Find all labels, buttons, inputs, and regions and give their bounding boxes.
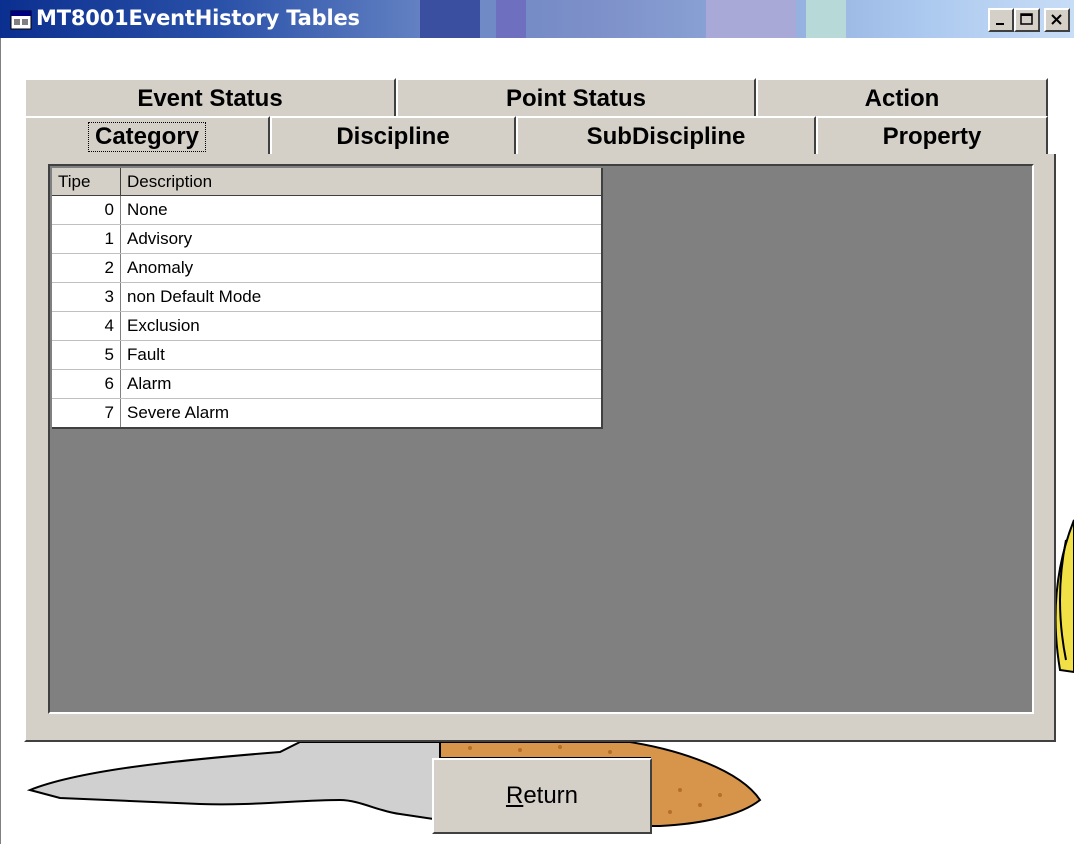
- tab-row-back: Event Status Point Status Action: [24, 78, 1048, 118]
- tab-label: Point Status: [505, 85, 646, 112]
- table-row[interactable]: 3 non Default Mode: [52, 282, 603, 312]
- minimize-button[interactable]: [988, 8, 1014, 32]
- maximize-icon: [1020, 13, 1033, 25]
- table-header-row: Tipe Description: [52, 168, 603, 196]
- tab-content-category: Tipe Description 0 None 1 Advisory 2 Anomal…: [24, 154, 1056, 742]
- cell-description[interactable]: Alarm: [120, 369, 603, 399]
- tab-label: Event Status: [137, 85, 283, 112]
- tab-row-front: Category Discipline SubDiscipline Proper…: [24, 116, 1048, 156]
- table-row[interactable]: 2 Anomaly: [52, 253, 603, 283]
- cell-description[interactable]: non Default Mode: [120, 282, 603, 312]
- tab-subdiscipline[interactable]: SubDiscipline: [516, 116, 816, 156]
- return-label: eturn: [523, 782, 579, 809]
- cell-tipe[interactable]: 6: [52, 369, 121, 399]
- return-mnemonic: R: [505, 782, 524, 809]
- cell-description[interactable]: Fault: [120, 340, 603, 370]
- category-grid[interactable]: Tipe Description 0 None 1 Advisory 2 Anomal…: [48, 164, 1034, 714]
- table-row[interactable]: 4 Exclusion: [52, 311, 603, 341]
- tab-label: Discipline: [336, 123, 450, 150]
- tab-point-status[interactable]: Point Status: [396, 78, 756, 118]
- close-button[interactable]: [1044, 8, 1070, 32]
- cell-description[interactable]: Severe Alarm: [120, 398, 603, 429]
- table-row[interactable]: 0 None: [52, 195, 603, 225]
- tab-label: Action: [864, 85, 940, 112]
- tab-label: Category: [87, 122, 207, 152]
- tab-label: SubDiscipline: [586, 123, 746, 150]
- app-icon: [10, 10, 32, 30]
- table-row[interactable]: 5 Fault: [52, 340, 603, 370]
- title-bar[interactable]: MT8001EventHistory Tables: [0, 0, 1074, 38]
- cell-description[interactable]: None: [120, 195, 603, 225]
- cell-tipe[interactable]: 4: [52, 311, 121, 341]
- table-row[interactable]: 6 Alarm: [52, 369, 603, 399]
- cell-description[interactable]: Anomaly: [120, 253, 603, 283]
- tables-panel: Event Status Point Status Action Categor…: [24, 74, 1056, 742]
- tab-discipline[interactable]: Discipline: [270, 116, 516, 156]
- category-table[interactable]: Tipe Description 0 None 1 Advisory 2 Anomal…: [52, 168, 603, 429]
- tab-category[interactable]: Category: [24, 116, 270, 156]
- cell-tipe[interactable]: 3: [52, 282, 121, 312]
- maximize-button[interactable]: [1014, 8, 1040, 32]
- column-header-description[interactable]: Description: [120, 168, 603, 196]
- cell-tipe[interactable]: 0: [52, 195, 121, 225]
- cell-description[interactable]: Exclusion: [120, 311, 603, 341]
- minimize-icon: [996, 23, 1004, 25]
- tab-label: Property: [882, 123, 982, 150]
- cell-description[interactable]: Advisory: [120, 224, 603, 254]
- table-row[interactable]: 7 Severe Alarm: [52, 398, 603, 429]
- tab-action[interactable]: Action: [756, 78, 1048, 118]
- tab-property[interactable]: Property: [816, 116, 1048, 156]
- close-icon: [1051, 14, 1062, 25]
- return-button[interactable]: Return: [432, 758, 652, 834]
- column-header-tipe[interactable]: Tipe: [52, 168, 121, 196]
- window-title: MT8001EventHistory Tables: [36, 6, 360, 30]
- cell-tipe[interactable]: 5: [52, 340, 121, 370]
- cell-tipe[interactable]: 1: [52, 224, 121, 254]
- tab-event-status[interactable]: Event Status: [24, 78, 396, 118]
- table-row[interactable]: 1 Advisory: [52, 224, 603, 254]
- cell-tipe[interactable]: 7: [52, 398, 121, 429]
- cell-tipe[interactable]: 2: [52, 253, 121, 283]
